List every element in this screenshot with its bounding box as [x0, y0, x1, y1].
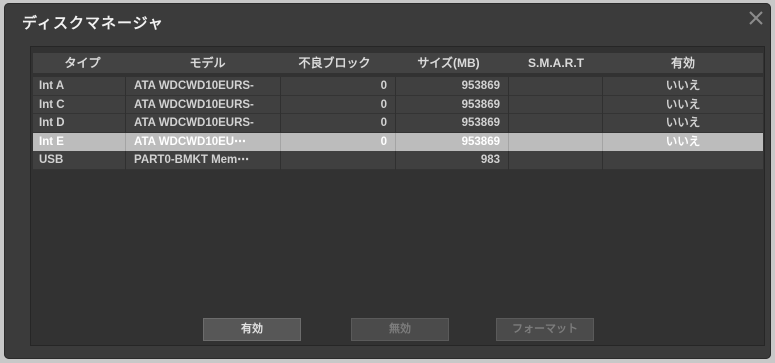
- cell-size: 983: [396, 151, 509, 170]
- table-row[interactable]: Int C ATA WDCWD10EURS- 0 953869 いいえ: [33, 95, 763, 115]
- cell-type: Int A: [33, 77, 126, 96]
- table-row[interactable]: USB PART0-BMKT Mem⋯ 983: [33, 151, 763, 170]
- cell-model: ATA WDCWD10EURS-: [126, 95, 281, 115]
- column-header-model[interactable]: モデル: [126, 53, 281, 73]
- cell-model: PART0-BMKT Mem⋯: [126, 151, 281, 170]
- cell-bad-blocks: 0: [281, 114, 396, 133]
- cell-bad-blocks: 0: [281, 77, 396, 96]
- table-row[interactable]: Int D ATA WDCWD10EURS- 0 953869 いいえ: [33, 114, 763, 133]
- format-button[interactable]: フォーマット: [496, 318, 594, 341]
- cell-size: 953869: [396, 77, 509, 96]
- close-icon[interactable]: [748, 10, 764, 26]
- cell-model: ATA WDCWD10EU⋯: [126, 132, 281, 152]
- dialog-title: ディスクマネージャ: [22, 15, 164, 32]
- cell-type: Int E: [33, 132, 126, 152]
- cell-smart: [509, 114, 603, 133]
- cell-size: 953869: [396, 114, 509, 133]
- cell-size: 953869: [396, 95, 509, 115]
- table-body: Int A ATA WDCWD10EURS- 0 953869 いいえ Int C ATA …: [33, 77, 763, 170]
- disk-table: タイプ モデル 不良ブロック サイズ(MB) S.M.A.R.T 有効 Int …: [33, 53, 763, 170]
- disk-list-panel: タイプ モデル 不良ブロック サイズ(MB) S.M.A.R.T 有効 Int …: [30, 46, 765, 346]
- cell-smart: [509, 95, 603, 115]
- cell-bad-blocks: 0: [281, 95, 396, 115]
- cell-enabled: いいえ: [665, 117, 701, 130]
- column-header-bad-blocks[interactable]: 不良ブロック: [281, 53, 396, 73]
- cell-model: ATA WDCWD10EURS-: [126, 114, 281, 133]
- cell-enabled: [603, 151, 763, 170]
- disk-manager-dialog: ディスクマネージャ タイプ モデル 不良ブロック サイズ(MB) S.M.A.R…: [4, 3, 771, 359]
- table-row[interactable]: Int E ATA WDCWD10EU⋯ 0 953869 いいえ: [33, 132, 763, 152]
- cell-smart: [509, 151, 603, 170]
- column-header-smart[interactable]: S.M.A.R.T: [509, 53, 603, 73]
- cell-smart: [509, 132, 603, 152]
- cell-type: Int D: [33, 114, 126, 133]
- cell-type: Int C: [33, 95, 126, 115]
- cell-smart: [509, 77, 603, 96]
- table-header: タイプ モデル 不良ブロック サイズ(MB) S.M.A.R.T 有効: [33, 53, 763, 73]
- cell-size: 953869: [396, 132, 509, 152]
- cell-model: ATA WDCWD10EURS-: [126, 77, 281, 96]
- cell-enabled: いいえ: [665, 80, 701, 92]
- column-header-size[interactable]: サイズ(MB): [396, 53, 509, 73]
- cell-bad-blocks: 0: [281, 132, 396, 152]
- cell-enabled: いいえ: [665, 135, 701, 148]
- table-row[interactable]: Int A ATA WDCWD10EURS- 0 953869 いいえ: [33, 77, 763, 96]
- column-header-type[interactable]: タイプ: [33, 53, 126, 73]
- cell-type: USB: [33, 151, 126, 170]
- enable-button[interactable]: 有効: [203, 318, 301, 341]
- cell-bad-blocks: [281, 151, 396, 170]
- disable-button[interactable]: 無効: [351, 318, 449, 341]
- cell-enabled: いいえ: [665, 98, 701, 111]
- column-header-enabled[interactable]: 有効: [603, 53, 763, 73]
